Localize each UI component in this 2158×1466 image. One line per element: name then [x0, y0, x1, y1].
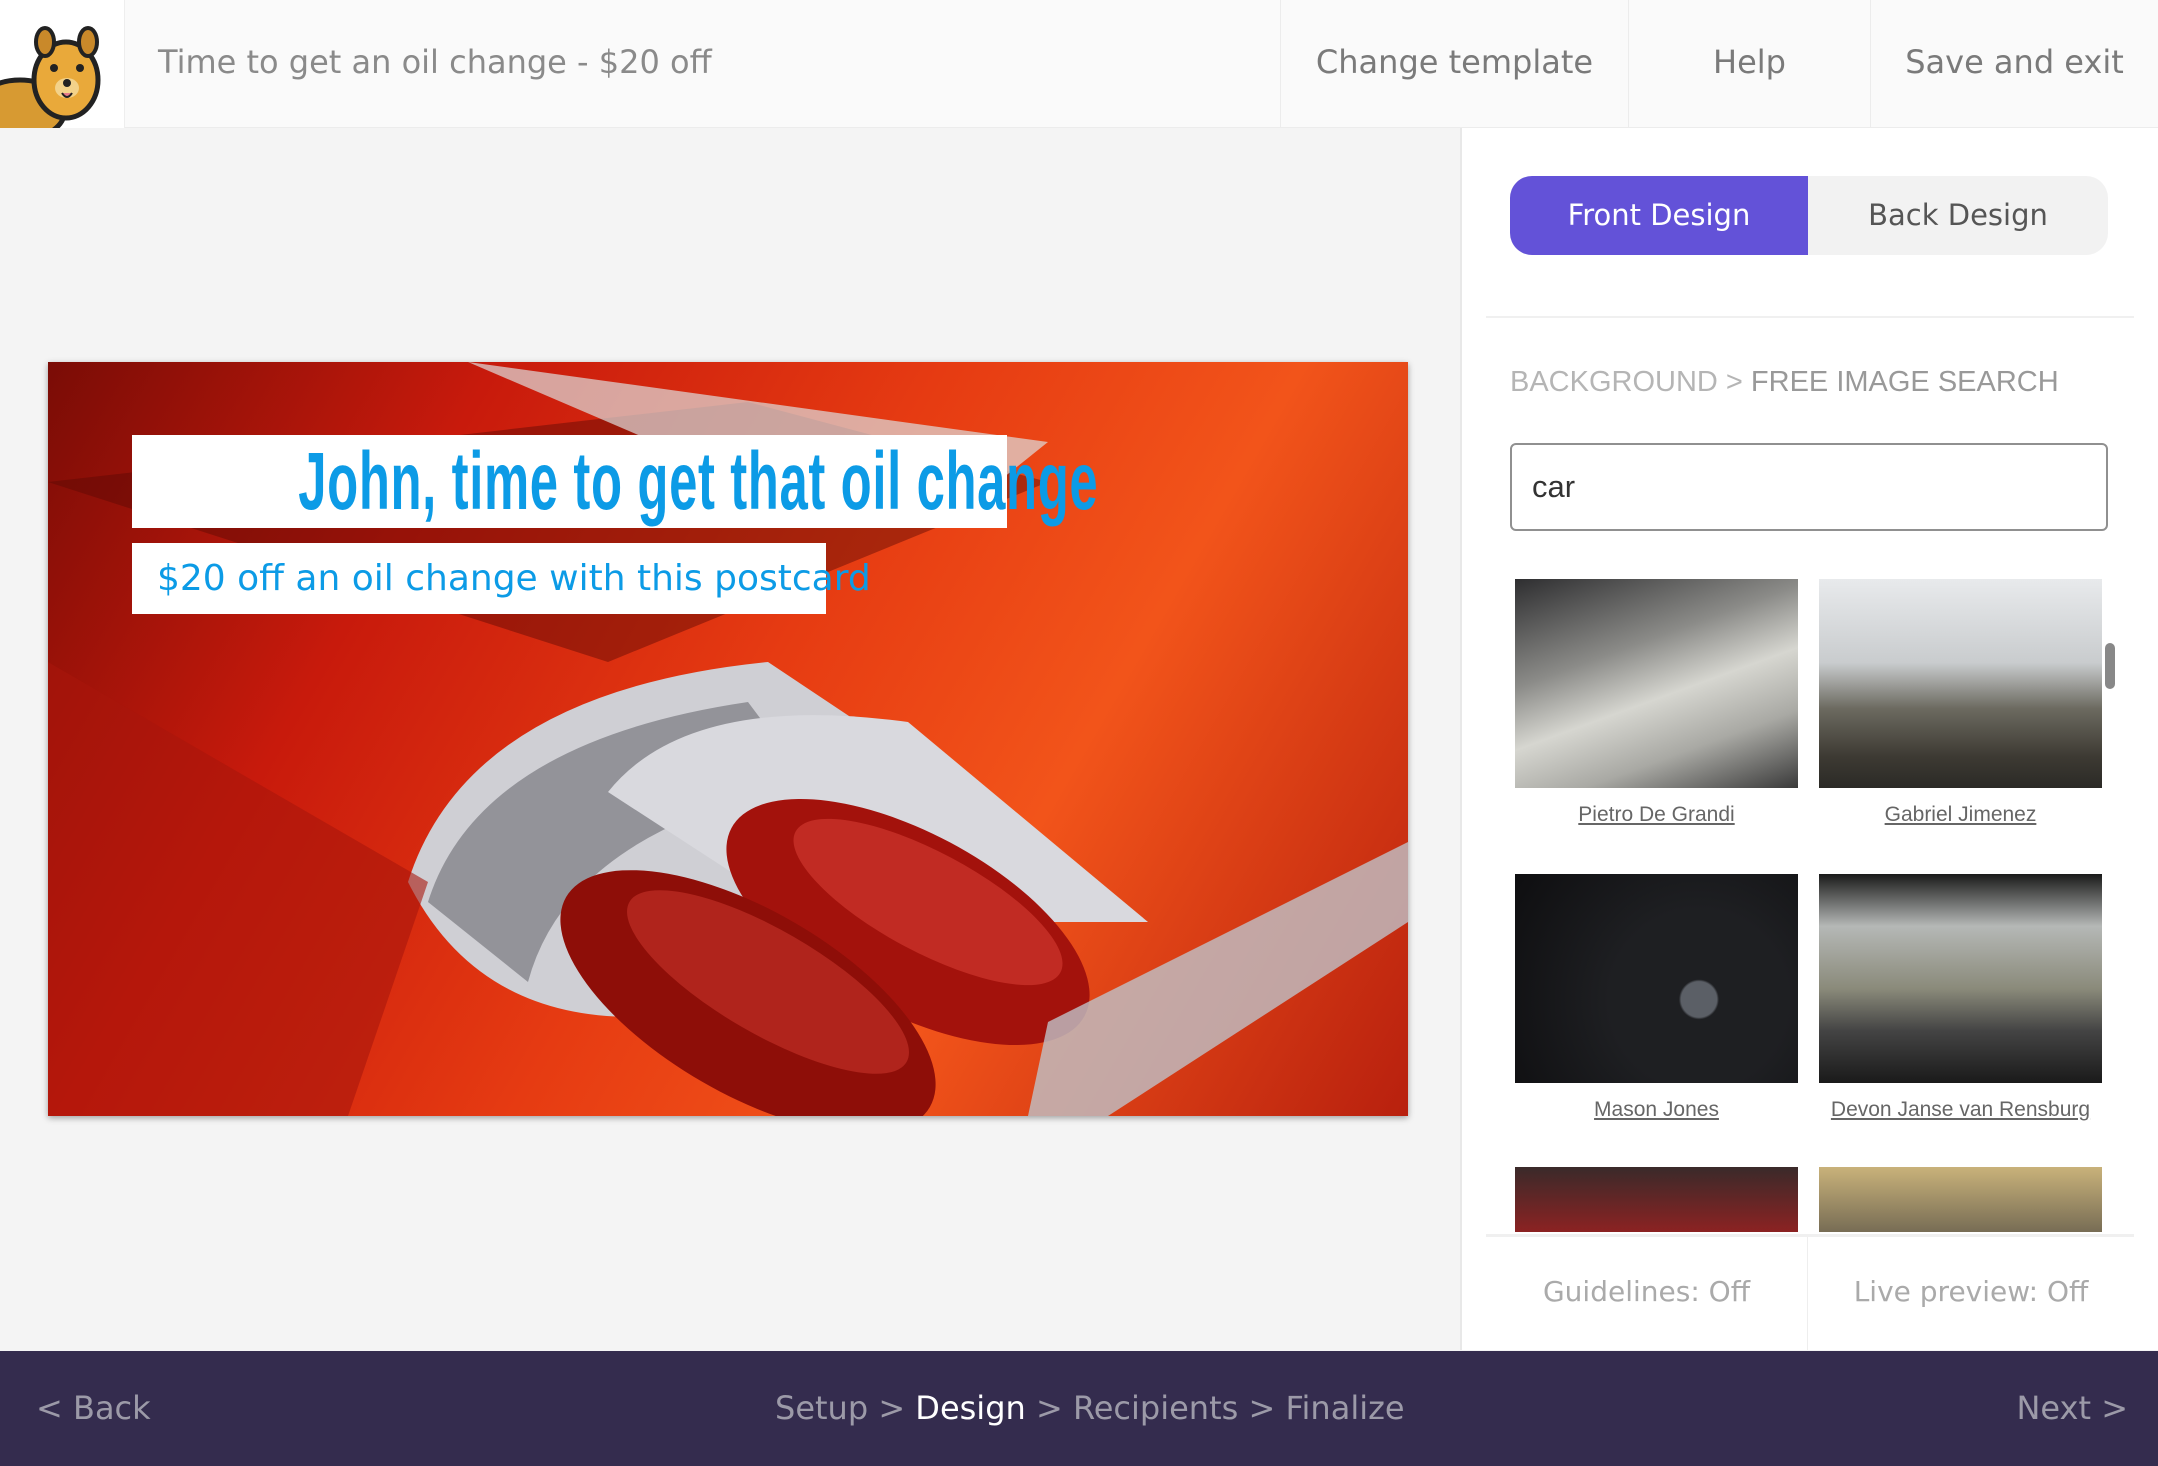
top-header: Time to get an oil change - $20 off Chan… — [0, 0, 2158, 128]
breadcrumb-current: FREE IMAGE SEARCH — [1750, 366, 2059, 398]
step-recipients[interactable]: Recipients — [1073, 1389, 1238, 1427]
subheadline-text[interactable]: $20 off an oil change with this postcard — [157, 543, 871, 614]
tab-back-design[interactable]: Back Design — [1808, 176, 2108, 255]
headline-textbox[interactable]: John, time to get that oil change — [132, 435, 1098, 528]
campaign-title: Time to get an oil change - $20 off — [158, 43, 712, 81]
image-thumbnail[interactable] — [1819, 874, 2102, 1083]
results-scrollbar[interactable] — [2105, 643, 2115, 689]
divider — [1486, 316, 2134, 318]
tab-front-design[interactable]: Front Design — [1510, 176, 1808, 255]
step-setup[interactable]: Setup — [775, 1389, 868, 1427]
chevron-right-icon: > — [878, 1389, 906, 1427]
image-credit-link[interactable]: Devon Janse van Rensburg — [1819, 1098, 2102, 1122]
breadcrumb-background[interactable]: BACKGROUND — [1510, 366, 1718, 398]
panel-footer: Guidelines: Off Live preview: Off — [1486, 1234, 2134, 1350]
image-thumbnail[interactable] — [1515, 874, 1798, 1083]
image-thumbnail[interactable] — [1819, 579, 2102, 788]
help-button[interactable]: Help — [1628, 0, 1870, 128]
chevron-right-icon: > — [1248, 1389, 1276, 1427]
image-thumbnail[interactable] — [1515, 1167, 1798, 1232]
next-button[interactable]: Next > — [2016, 1351, 2128, 1466]
save-and-exit-button[interactable]: Save and exit — [1870, 0, 2158, 128]
step-design[interactable]: Design — [915, 1389, 1025, 1427]
design-side-toggle: Front Design Back Design — [1510, 176, 2108, 255]
image-credit-link[interactable]: Gabriel Jimenez — [1819, 803, 2102, 827]
image-credit-link[interactable]: Mason Jones — [1515, 1098, 1798, 1122]
chevron-right-icon: > — [2101, 1389, 2128, 1427]
change-template-button[interactable]: Change template — [1280, 0, 1628, 128]
subheadline-textbox[interactable]: $20 off an oil change with this postcard — [132, 543, 871, 614]
wizard-footer: < Back Setup > Design > Recipients > Fin… — [0, 1351, 2158, 1466]
live-preview-toggle[interactable]: Live preview: Off — [1808, 1237, 2134, 1350]
guidelines-toggle[interactable]: Guidelines: Off — [1486, 1237, 1808, 1350]
image-search-input[interactable] — [1510, 443, 2108, 531]
headline-text[interactable]: John, time to get that oil change — [298, 435, 1097, 528]
image-thumbnail[interactable] — [1819, 1167, 2102, 1232]
image-credit-link[interactable]: Pietro De Grandi — [1515, 803, 1798, 827]
back-button[interactable]: < Back — [36, 1351, 151, 1466]
back-label: Back — [72, 1389, 151, 1427]
next-label: Next — [2016, 1389, 2092, 1427]
step-finalize[interactable]: Finalize — [1285, 1389, 1404, 1427]
breadcrumb: BACKGROUND > FREE IMAGE SEARCH — [1510, 366, 2059, 399]
breadcrumb-separator: > — [1725, 366, 1743, 398]
image-results-grid: Pietro De Grandi Gabriel Jimenez Mason J… — [1486, 560, 2106, 1232]
chevron-right-icon: > — [1035, 1389, 1063, 1427]
wizard-steps: Setup > Design > Recipients > Finalize — [775, 1351, 1405, 1466]
image-thumbnail[interactable] — [1515, 579, 1798, 788]
quokka-mascot-icon[interactable] — [0, 0, 125, 128]
chevron-left-icon: < — [36, 1389, 63, 1427]
